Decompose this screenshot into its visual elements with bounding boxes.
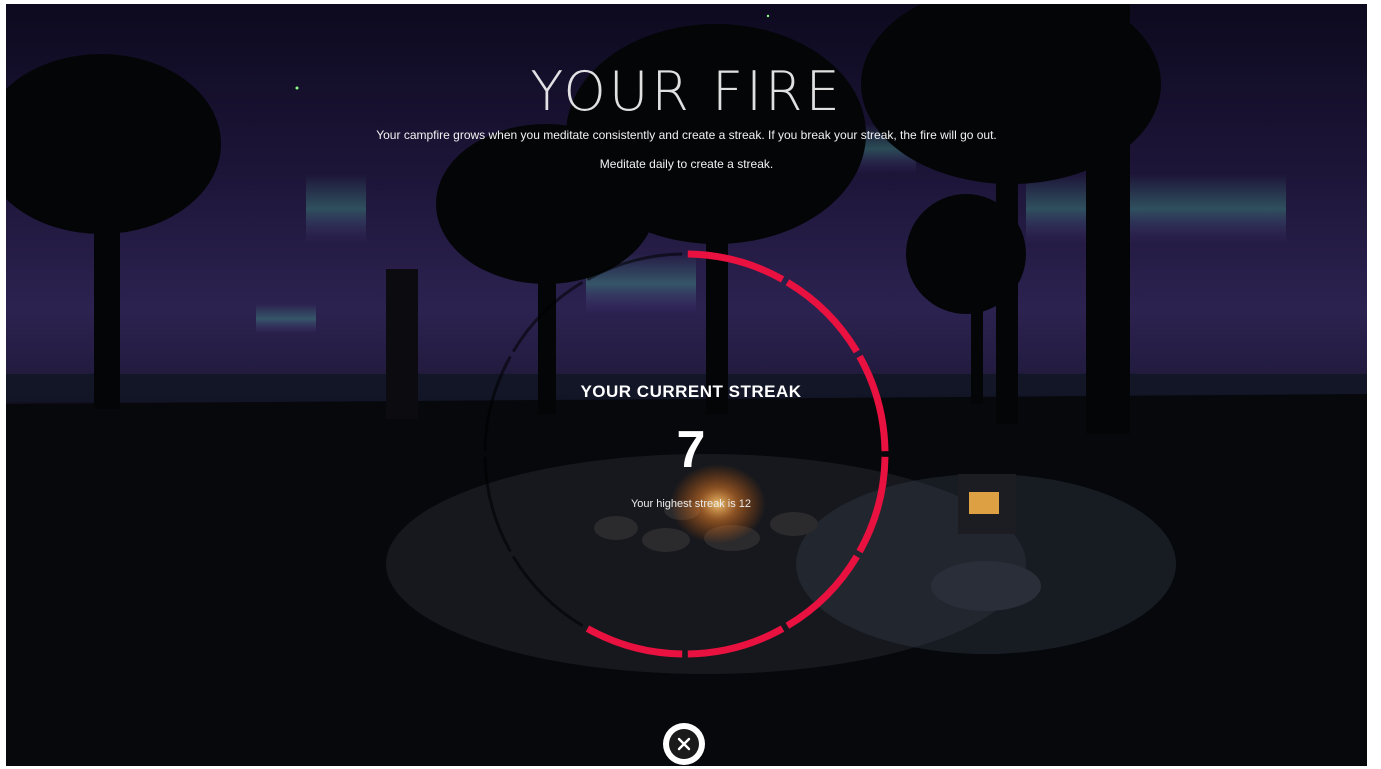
streak-segment-inactive: [586, 252, 683, 281]
current-streak-label: YOUR CURRENT STREAK: [580, 382, 802, 401]
totem-pole: [386, 269, 418, 419]
streak-segment-active: [585, 625, 683, 658]
fire-description: Your campfire grows when you meditate co…: [376, 128, 997, 142]
close-icon: [677, 737, 691, 751]
campfire-scene: YOUR FIRE Your campfire grows when you m…: [6, 4, 1367, 766]
streak-segment-active: [687, 250, 785, 283]
streak-segment-active: [785, 554, 860, 629]
streak-hint: Meditate daily to create a streak.: [599, 157, 774, 171]
streak-segment-inactive: [511, 280, 584, 353]
close-button[interactable]: [663, 723, 705, 765]
close-button-inner: [669, 729, 699, 759]
streak-segment-active: [687, 625, 785, 658]
current-streak-value: 7: [676, 421, 706, 479]
page-title: YOUR FIRE: [530, 60, 843, 123]
highest-streak-text: Your highest streak is 12: [630, 498, 752, 510]
streak-segment-inactive: [511, 555, 584, 628]
streak-segment-active: [785, 279, 860, 354]
